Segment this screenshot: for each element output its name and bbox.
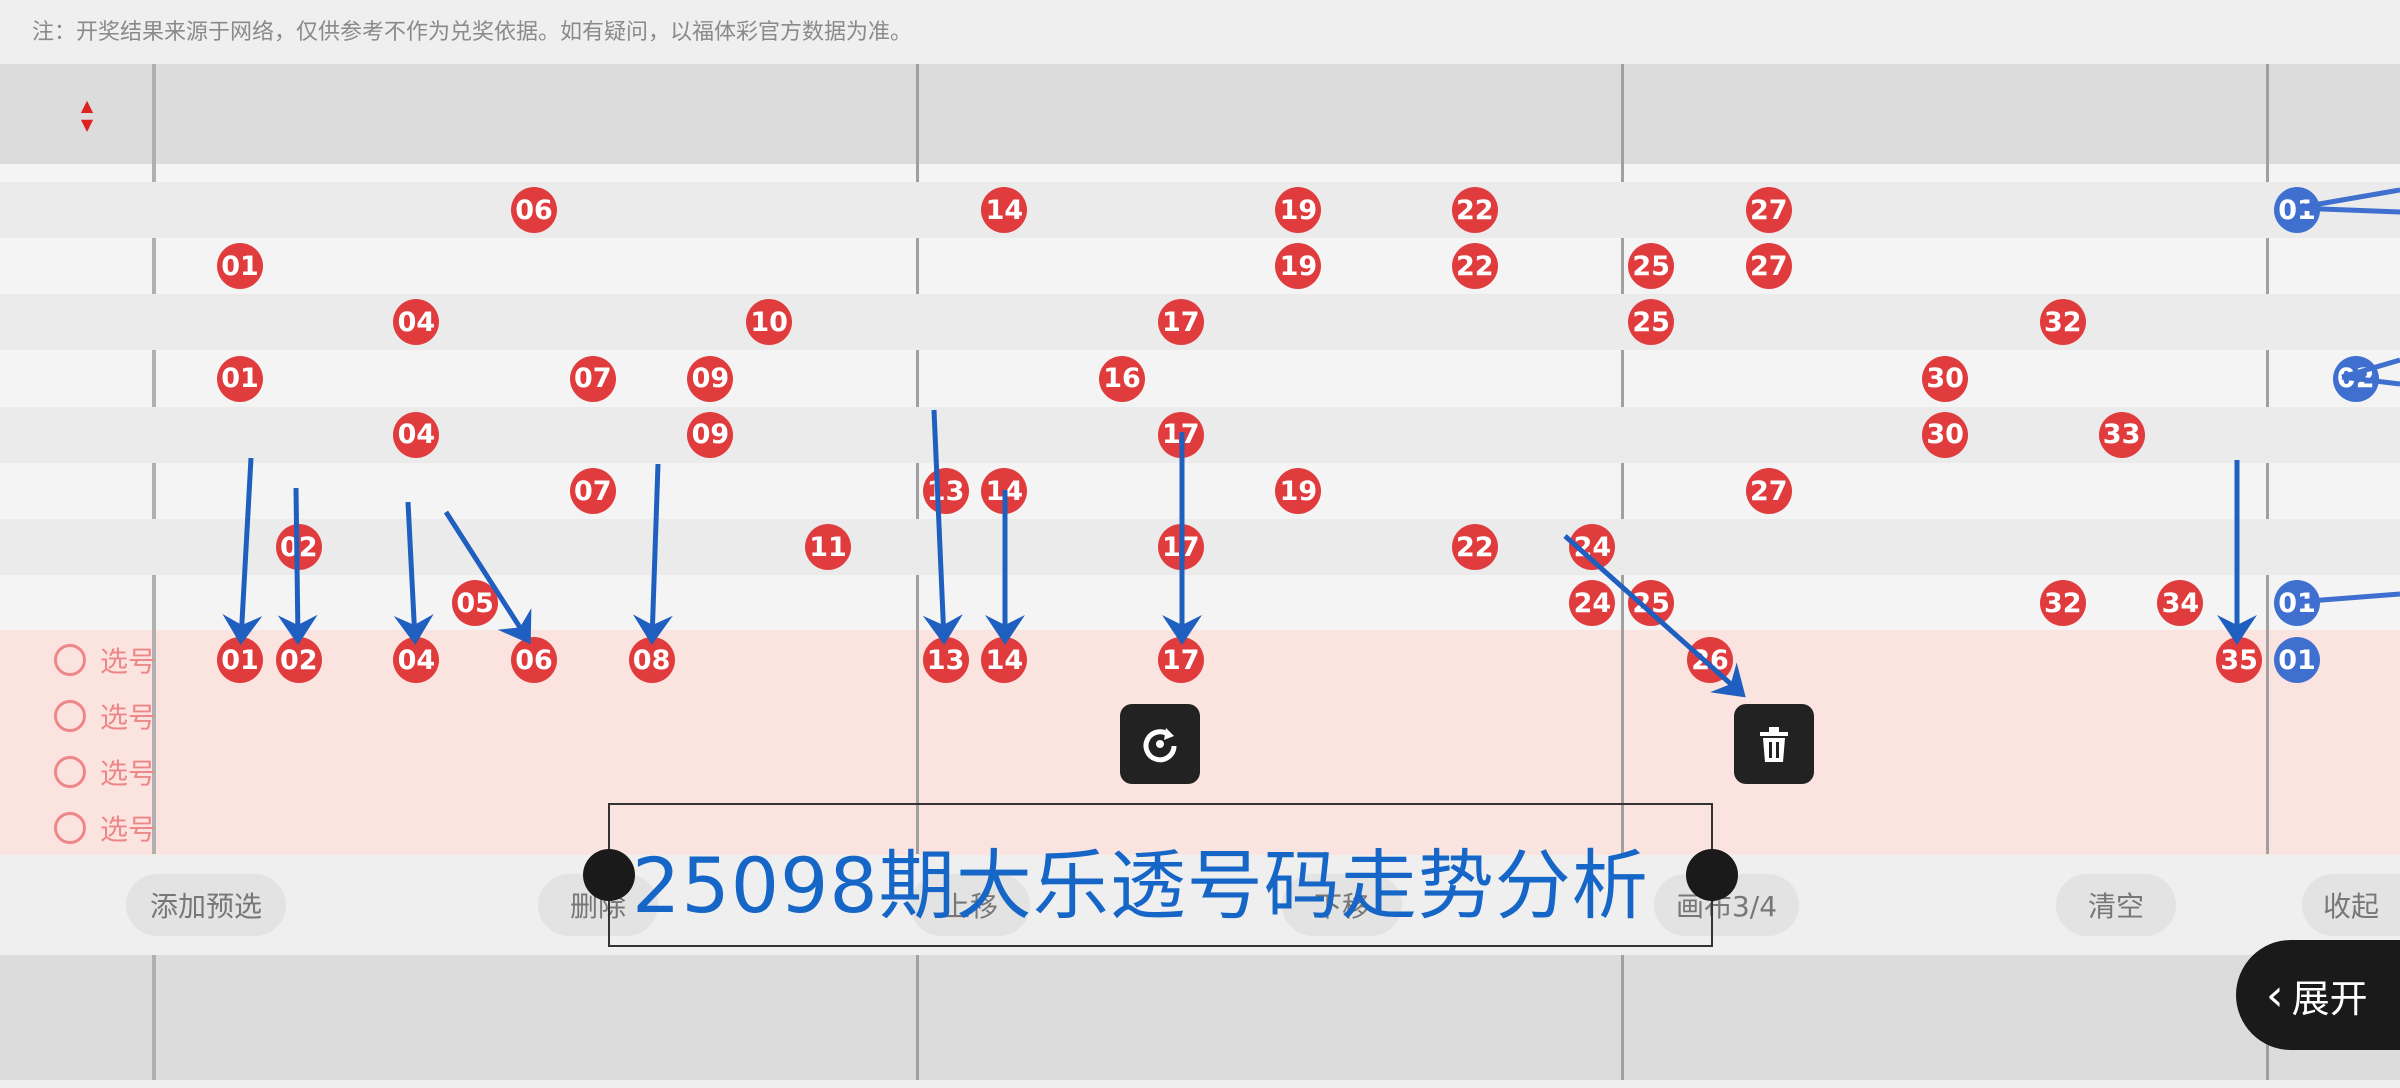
chevron-left-icon: ‹ xyxy=(2266,969,2284,1021)
rotate-icon xyxy=(1143,728,1177,763)
trash-icon xyxy=(1760,727,1788,762)
expand-button[interactable]: ‹ 展开 xyxy=(2236,940,2400,1050)
title-handle-left[interactable] xyxy=(583,849,635,901)
rotate-button[interactable] xyxy=(1120,704,1200,784)
annotation-arrows xyxy=(222,409,2257,698)
title-handle-right[interactable] xyxy=(1686,849,1738,901)
blue-connector-lines xyxy=(2295,187,2400,605)
expand-label: 展开 xyxy=(2291,976,2368,1021)
overlay-title[interactable]: 25098期大乐透号码走势分析 xyxy=(632,824,1649,934)
trash-button[interactable] xyxy=(1734,704,1814,784)
